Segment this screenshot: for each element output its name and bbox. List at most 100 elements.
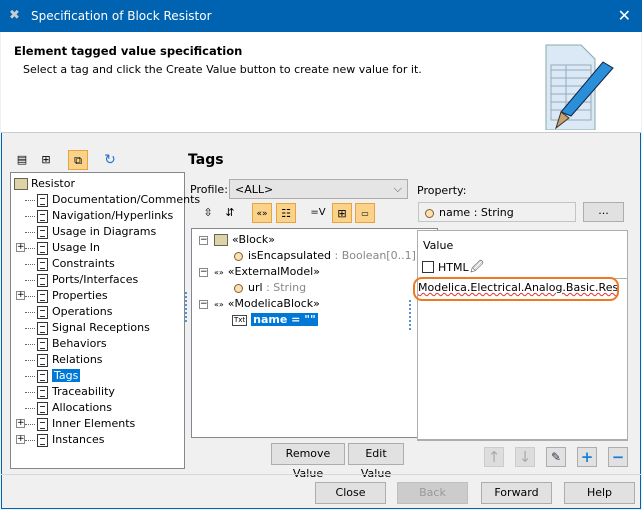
tree-item-label: Documentation/Comments bbox=[52, 193, 201, 206]
tree-item[interactable]: Documentation/Comments bbox=[25, 192, 200, 208]
move-up-icon[interactable]: ↑ bbox=[484, 447, 504, 467]
tree-connector bbox=[25, 215, 35, 217]
show-values-icon[interactable]: =V bbox=[308, 203, 328, 223]
tree-item-label: Tags bbox=[52, 369, 81, 382]
copy-icon[interactable]: ⧉ bbox=[68, 150, 88, 170]
document-icon bbox=[37, 305, 48, 319]
tree-root[interactable]: Resistor bbox=[14, 176, 75, 192]
tree-item[interactable]: Traceability bbox=[25, 384, 115, 400]
hierarchy-icon[interactable]: ☷ bbox=[276, 203, 296, 223]
tag-name: name = "" bbox=[251, 313, 318, 326]
stereotype-icon: «» bbox=[214, 268, 224, 277]
collapse-icon[interactable]: − bbox=[199, 236, 208, 245]
tree-item[interactable]: Inner Elements bbox=[25, 416, 135, 432]
tree-item[interactable]: Behaviors bbox=[25, 336, 107, 352]
tree-item-label: Operations bbox=[52, 305, 113, 318]
profile-label: Profile: bbox=[190, 183, 228, 196]
tree-item-label: Relations bbox=[52, 353, 103, 366]
value-text[interactable]: Modelica.Electrical.Analog.Basic.Resisto… bbox=[413, 277, 619, 301]
tag-stereotype-externalmodel[interactable]: «» «ExternalModel» bbox=[214, 264, 320, 280]
refresh-icon[interactable]: ↻ bbox=[100, 150, 120, 170]
tag-icon[interactable]: ▭ bbox=[355, 203, 375, 223]
close-button[interactable]: Close bbox=[315, 482, 386, 504]
stereotype-label: «Block» bbox=[232, 233, 276, 246]
expand-icon[interactable]: + bbox=[16, 419, 25, 428]
collapse-all-icon[interactable]: ⇵ bbox=[220, 203, 240, 223]
tag-type: : String bbox=[262, 281, 307, 294]
expand-icon[interactable]: + bbox=[16, 435, 25, 444]
tree-connector bbox=[25, 311, 35, 313]
tree-connector bbox=[25, 279, 35, 281]
tree-item[interactable]: Properties bbox=[25, 288, 108, 304]
block-icon bbox=[14, 178, 28, 190]
tree-item-label: Constraints bbox=[52, 257, 115, 270]
tree-connector bbox=[25, 247, 35, 249]
profile-select[interactable]: <ALL> ⌵ bbox=[229, 179, 408, 199]
profile-value: <ALL> bbox=[235, 183, 274, 196]
document-icon bbox=[37, 257, 48, 271]
property-value: name : String bbox=[439, 206, 514, 219]
tree-item[interactable]: Allocations bbox=[25, 400, 112, 416]
tree-connector bbox=[25, 343, 35, 345]
tag-item[interactable]: url : String bbox=[234, 280, 306, 296]
tag-stereotype-modelicablock[interactable]: «» «ModelicaBlock» bbox=[214, 296, 320, 312]
stereotype-label: «ExternalModel» bbox=[227, 265, 320, 278]
remove-icon[interactable]: − bbox=[608, 447, 628, 467]
browse-property-button[interactable]: ... bbox=[583, 202, 624, 222]
tree-item[interactable]: Relations bbox=[25, 352, 103, 368]
tree-item[interactable]: Usage in Diagrams bbox=[25, 224, 156, 240]
edit-value-button[interactable]: Edit Value bbox=[348, 443, 404, 480]
header-subtitle: Select a tag and click the Create Value … bbox=[23, 63, 422, 76]
html-label: HTML bbox=[438, 261, 469, 274]
specification-tree: Resistor Documentation/Comments Navigatio… bbox=[10, 172, 200, 469]
tag-item[interactable]: isEncapsulated : Boolean[0..1] bbox=[234, 248, 416, 264]
tree-view-icon[interactable]: ⊞ bbox=[36, 150, 56, 170]
collapse-icon[interactable]: − bbox=[199, 268, 208, 277]
document-icon bbox=[37, 321, 48, 335]
tag-type: : Boolean[0..1] bbox=[331, 249, 416, 262]
tree-connector bbox=[25, 327, 35, 329]
tree-item-label: Properties bbox=[52, 289, 108, 302]
tree-item[interactable]: Ports/Interfaces bbox=[25, 272, 138, 288]
property-icon bbox=[234, 251, 243, 261]
tree-connector bbox=[25, 359, 35, 361]
close-window-icon[interactable]: ✕ bbox=[618, 6, 631, 25]
tree-item-label: Allocations bbox=[52, 401, 112, 414]
tree-item[interactable]: Instances bbox=[25, 432, 105, 448]
splitter-handle[interactable] bbox=[409, 300, 411, 330]
help-button[interactable]: Help bbox=[564, 482, 635, 504]
tree-item[interactable]: Operations bbox=[25, 304, 112, 320]
add-icon[interactable]: + bbox=[577, 447, 597, 467]
remove-value-button[interactable]: Remove Value bbox=[271, 443, 345, 480]
tree-item[interactable]: Navigation/Hyperlinks bbox=[25, 208, 173, 224]
tag-item-selected[interactable]: Txt name = "" bbox=[232, 312, 318, 328]
document-icon bbox=[37, 385, 48, 399]
tree-item[interactable]: Signal Receptions bbox=[25, 320, 150, 336]
move-down-icon[interactable]: ↓ bbox=[515, 447, 535, 467]
expand-all-icon[interactable]: ⇳ bbox=[198, 203, 218, 223]
grid-icon[interactable]: ⊞ bbox=[332, 203, 352, 223]
tree-item[interactable]: Tags bbox=[25, 368, 81, 384]
document-icon bbox=[37, 417, 48, 431]
tree-connector bbox=[25, 263, 35, 265]
forward-button[interactable]: Forward bbox=[481, 482, 552, 504]
show-stereotypes-icon[interactable]: «» bbox=[252, 203, 272, 223]
tree-item-label: Signal Receptions bbox=[52, 321, 150, 334]
tree-item[interactable]: Usage In bbox=[25, 240, 100, 256]
tag-stereotype-block[interactable]: «Block» bbox=[214, 232, 275, 248]
list-view-icon[interactable]: ▤ bbox=[12, 150, 32, 170]
tags-title: Tags bbox=[188, 152, 224, 168]
tree-item[interactable]: Constraints bbox=[25, 256, 115, 272]
edit-pencil-icon[interactable]: ✎ bbox=[546, 447, 566, 467]
splitter-handle[interactable] bbox=[185, 292, 187, 322]
document-icon bbox=[37, 337, 48, 351]
value-textarea[interactable] bbox=[417, 278, 628, 440]
html-checkbox[interactable] bbox=[422, 261, 434, 273]
back-button[interactable]: Back bbox=[397, 482, 468, 504]
collapse-icon[interactable]: − bbox=[199, 300, 208, 309]
title-bar: ✖ Specification of Block Resistor ✕ bbox=[0, 0, 642, 32]
footer-divider bbox=[1, 474, 641, 475]
expand-icon[interactable]: + bbox=[16, 291, 25, 300]
app-logo-icon: ✖ bbox=[9, 8, 20, 23]
expand-icon[interactable]: + bbox=[16, 243, 25, 252]
